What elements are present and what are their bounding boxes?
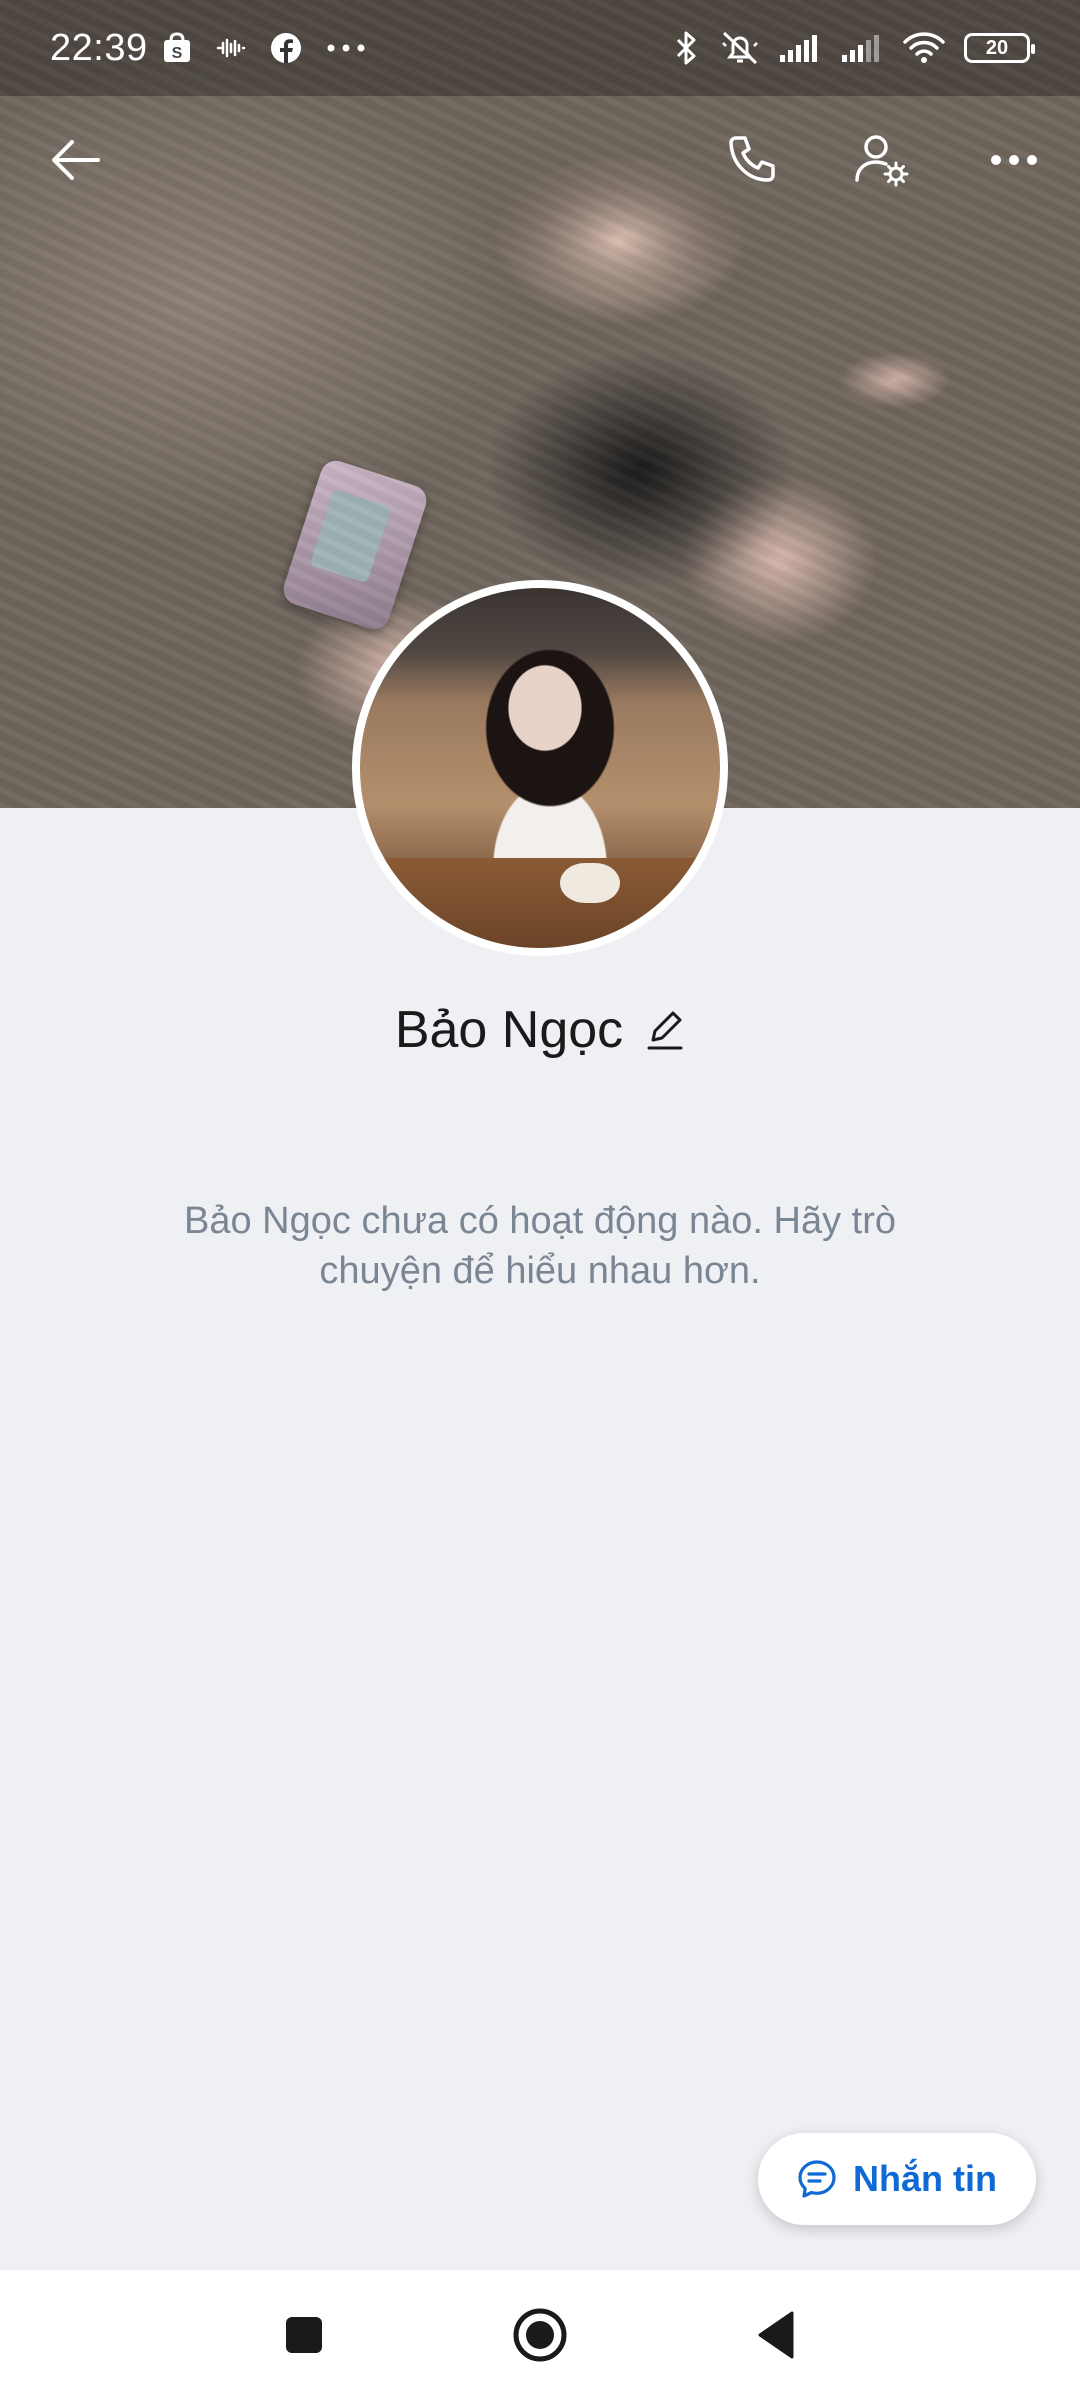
more-icon xyxy=(991,155,1037,165)
top-action-bar xyxy=(0,112,1080,208)
send-message-label: Nhắn tin xyxy=(853,2158,997,2199)
avatar[interactable] xyxy=(352,580,728,956)
send-message-button[interactable]: Nhắn tin xyxy=(758,2133,1036,2225)
status-bar: 22:39 S 20 xyxy=(0,0,1080,96)
recents-square-icon xyxy=(286,2317,322,2353)
voicemail-icon xyxy=(216,38,246,58)
home-circle-icon xyxy=(513,2308,567,2362)
signal-icon-secondary xyxy=(840,33,884,63)
status-system-icons: 20 xyxy=(672,29,1035,67)
signal-icon xyxy=(778,33,822,63)
chat-bubble-icon xyxy=(798,2160,836,2198)
phone-icon xyxy=(729,136,775,182)
wifi-icon xyxy=(902,31,946,65)
avatar-photo-table xyxy=(360,858,720,948)
edit-name-button[interactable] xyxy=(645,1008,685,1052)
status-time: 22:39 xyxy=(50,26,148,69)
avatar-photo-lamp xyxy=(560,863,620,903)
pencil-icon xyxy=(647,1011,683,1050)
profile-settings-button[interactable] xyxy=(834,112,930,208)
profile-name-row: Bảo Ngọc xyxy=(0,995,1080,1065)
recents-button[interactable] xyxy=(244,2270,364,2400)
status-notification-icons: S xyxy=(162,32,366,64)
back-button[interactable] xyxy=(28,112,124,208)
shopee-icon: S xyxy=(162,32,192,64)
facebook-icon xyxy=(270,32,302,64)
call-button[interactable] xyxy=(704,112,800,208)
back-triangle-icon xyxy=(758,2311,794,2359)
back-arrow-icon xyxy=(52,140,100,180)
user-settings-icon xyxy=(855,135,909,187)
system-nav-bar xyxy=(0,2270,1080,2400)
back-nav-button[interactable] xyxy=(716,2270,836,2400)
home-button[interactable] xyxy=(480,2270,600,2400)
svg-text:S: S xyxy=(171,45,182,62)
battery-icon: 20 xyxy=(964,33,1035,63)
empty-activity-message: Bảo Ngọc chưa có hoạt động nào. Hãy trò … xyxy=(184,1200,896,1292)
muted-bell-icon xyxy=(720,29,760,67)
profile-name: Bảo Ngọc xyxy=(394,1001,624,1059)
more-options-button[interactable] xyxy=(966,112,1062,208)
bluetooth-icon xyxy=(672,30,702,66)
more-dots-icon xyxy=(326,43,366,53)
cover-photo-phone-detail xyxy=(279,456,431,634)
profile-screen: 22:39 S 20 Bảo Ngọc Bảo Ngọc chưa có hoạ… xyxy=(0,0,1080,2400)
